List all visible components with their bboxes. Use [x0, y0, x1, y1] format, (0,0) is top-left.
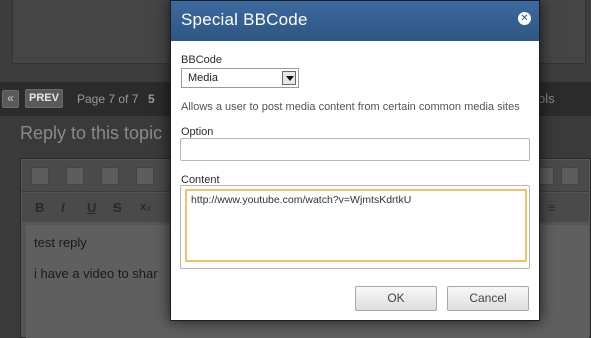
page-number-link[interactable]: 5 — [148, 92, 155, 106]
bbcode-label: BBCode — [181, 54, 222, 66]
bbcode-select[interactable]: Media — [181, 68, 299, 88]
redo-icon[interactable] — [561, 167, 579, 185]
subscript-button[interactable]: x₂ — [140, 201, 151, 214]
source-icon[interactable] — [31, 167, 49, 185]
close-icon[interactable]: ✕ — [518, 12, 531, 25]
align-icon[interactable]: ≡ — [548, 201, 556, 214]
strike-button[interactable]: S — [113, 201, 122, 214]
bold-button[interactable]: B — [35, 201, 44, 214]
eraser-icon[interactable] — [66, 167, 84, 185]
tools-link[interactable]: ols — [538, 91, 555, 106]
content-value: http://www.youtube.com/watch?v=WjmtsKdrt… — [191, 194, 412, 206]
ok-button[interactable]: OK — [355, 286, 437, 311]
bbcode-help-text: Allows a user to post media content from… — [181, 101, 520, 113]
reply-title: Reply to this topic — [20, 123, 163, 143]
bbcode-selected-value: Media — [188, 72, 218, 84]
underline-button[interactable]: U — [87, 201, 96, 214]
paste-icon[interactable] — [101, 167, 119, 185]
chevron-down-icon[interactable] — [282, 71, 296, 85]
special-bbcode-dialog: Special BBCode ✕ BBCode Media Allows a u… — [170, 0, 540, 321]
page-info: Page 7 of 7 — [77, 92, 139, 106]
dialog-title: Special BBCode — [181, 10, 308, 29]
first-page-button[interactable]: « — [2, 90, 19, 108]
dialog-header: Special BBCode ✕ — [171, 1, 539, 41]
content-textarea[interactable]: http://www.youtube.com/watch?v=WjmtsKdrt… — [185, 189, 527, 262]
italic-button[interactable]: I — [61, 201, 65, 214]
editor-line: i have a video to shar — [34, 266, 158, 281]
option-label: Option — [181, 126, 214, 138]
prev-page-button[interactable]: PREV — [25, 89, 63, 108]
option-input[interactable] — [180, 138, 530, 161]
editor-line: test reply — [34, 235, 87, 250]
cancel-button[interactable]: Cancel — [447, 286, 529, 311]
paste-word-icon[interactable] — [136, 167, 154, 185]
